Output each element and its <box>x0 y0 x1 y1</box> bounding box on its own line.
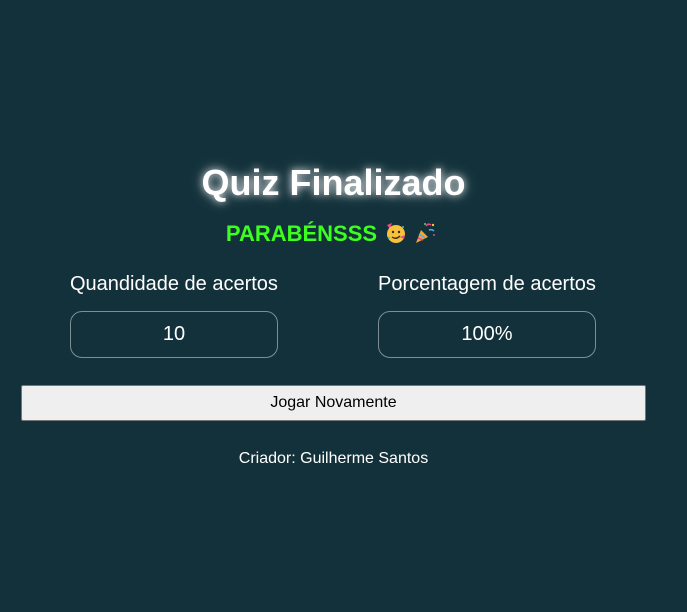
creator-credit: Criador: Guilherme Santos <box>238 450 429 467</box>
congrats-message: PARABÉNSSS <box>0 221 663 247</box>
partying-face-icon <box>387 223 406 243</box>
percent-correct-label: Porcentagem de acertos <box>378 273 596 295</box>
party-popper-icon <box>416 223 436 243</box>
quiz-result-page: Quiz Finalizado PARABÉNSSS Quandidade de… <box>0 0 687 612</box>
congrats-text: PARABÉNSSS <box>225 221 378 246</box>
correct-count-stat: Quandidade de acertos 10 <box>70 273 278 358</box>
percent-correct-value: 100% <box>378 311 596 358</box>
play-again-button[interactable]: Jogar Novamente <box>21 385 646 421</box>
correct-count-value: 10 <box>70 311 278 358</box>
correct-count-label: Quandidade de acertos <box>70 273 278 295</box>
page-title: Quiz Finalizado <box>201 162 466 203</box>
percent-correct-stat: Porcentagem de acertos 100% <box>378 273 596 358</box>
